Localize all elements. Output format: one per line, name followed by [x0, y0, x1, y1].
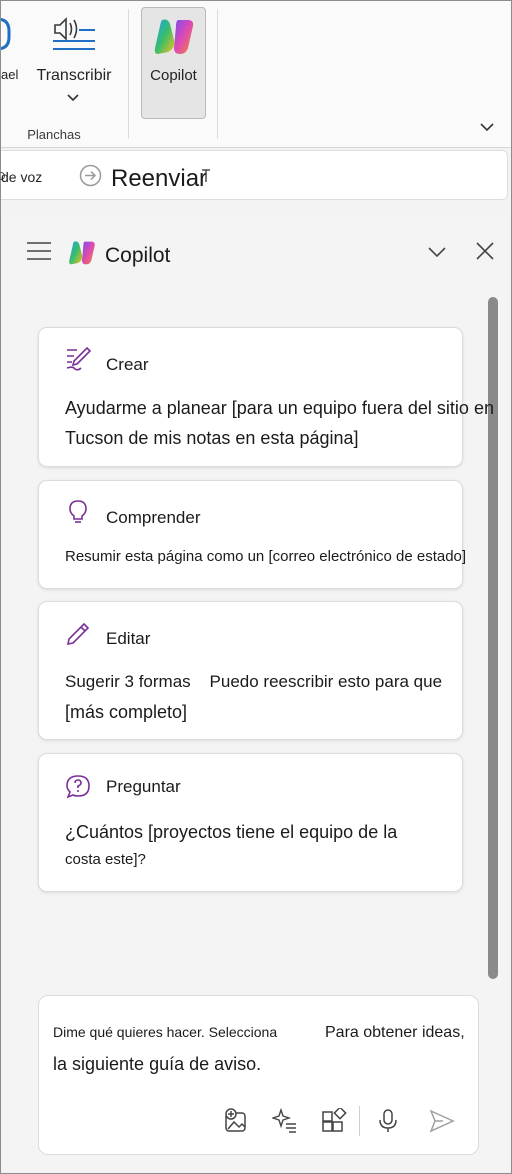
voice-label[interactable]: de voz: [1, 169, 42, 185]
input-placeholder: Dime qué quieres hacer. Selecciona: [53, 1024, 278, 1040]
ribbon-expand-chevron-icon[interactable]: [479, 121, 495, 133]
copilot-pane: Copilot Crear Ayudarme a planear [para u…: [3, 219, 506, 1169]
plugins-grid-icon[interactable]: [321, 1108, 347, 1134]
card-body-line: Resumir esta página como un [correo elec…: [65, 548, 467, 565]
transcribe-button[interactable]: Transcribir: [33, 9, 115, 109]
card-title: Crear: [106, 355, 149, 374]
card-body-line: costa este]?: [65, 851, 146, 868]
prompt-card-edit[interactable]: Editar Sugerir 3 formas Puedo reescribir…: [38, 601, 463, 740]
pencil-icon: [66, 622, 90, 646]
chevron-down-icon[interactable]: [66, 93, 80, 103]
card-title: Preguntar: [106, 777, 181, 796]
card-body-line: ¿Cuántos [proyectos tiene el equipo de l…: [65, 822, 398, 842]
compose-pen-icon: [66, 346, 91, 371]
card-title: Editar: [106, 629, 151, 648]
forward-button[interactable]: Reenviar: [111, 165, 207, 193]
chevron-down-icon[interactable]: [427, 245, 447, 259]
send-icon[interactable]: [429, 1108, 455, 1134]
add-image-icon[interactable]: [223, 1108, 249, 1134]
card-title: Comprender: [106, 508, 201, 527]
transcribe-label: Transcribir: [36, 67, 112, 84]
ribbon: ael Transcribir Planchas Copilot: [1, 1, 511, 148]
chat-input[interactable]: Dime qué quieres hacer. Selecciona Para …: [38, 995, 479, 1155]
lightbulb-icon: [69, 500, 87, 523]
pane-title: Copilot: [105, 244, 171, 267]
copilot-logo-icon: [69, 241, 95, 265]
ribbon-divider: [128, 9, 129, 139]
card-body-line: [más completo]: [65, 702, 188, 722]
card-body-line: Ayudarme a planear [para un equipo fuera…: [65, 398, 494, 418]
input-placeholder: Para obtener ideas,: [325, 1024, 465, 1041]
ribbon-divider: [217, 9, 218, 139]
microphone-icon[interactable]: [375, 1108, 401, 1134]
card-body-line: Sugerir 3 formas Puedo reescribir esto p…: [65, 672, 443, 691]
copilot-logo-icon: [154, 19, 194, 54]
copilot-ribbon-button[interactable]: Copilot: [141, 7, 206, 119]
forward-arrow-icon[interactable]: [79, 164, 102, 187]
transcribe-icon: [53, 17, 95, 50]
prompt-card-ask[interactable]: Preguntar ¿Cuántos [proyectos tiene el e…: [38, 753, 463, 892]
copilot-ribbon-label: Copilot: [150, 67, 197, 84]
toolbar-divider: [359, 1106, 360, 1136]
prompt-card-create[interactable]: Crear Ayudarme a planear [para un equipo…: [38, 327, 494, 467]
text-cursor-icon: [202, 169, 210, 182]
sparkle-prompt-icon[interactable]: [272, 1108, 298, 1134]
input-placeholder: la siguiente guía de aviso.: [53, 1054, 262, 1074]
close-icon[interactable]: [475, 241, 495, 261]
dictate-button-label[interactable]: ael: [1, 67, 18, 82]
microphone-icon[interactable]: [1, 9, 15, 55]
card-body-line: Tucson de mis notas en esta página]: [65, 428, 359, 448]
hamburger-menu-icon[interactable]: [26, 241, 52, 261]
prompt-card-understand[interactable]: Comprender Resumir esta página como un […: [38, 480, 466, 589]
ribbon-group-label: Planchas: [27, 127, 81, 142]
message-action-bar: de voz Reenviar: [0, 150, 508, 200]
question-bubble-icon: [66, 775, 90, 799]
